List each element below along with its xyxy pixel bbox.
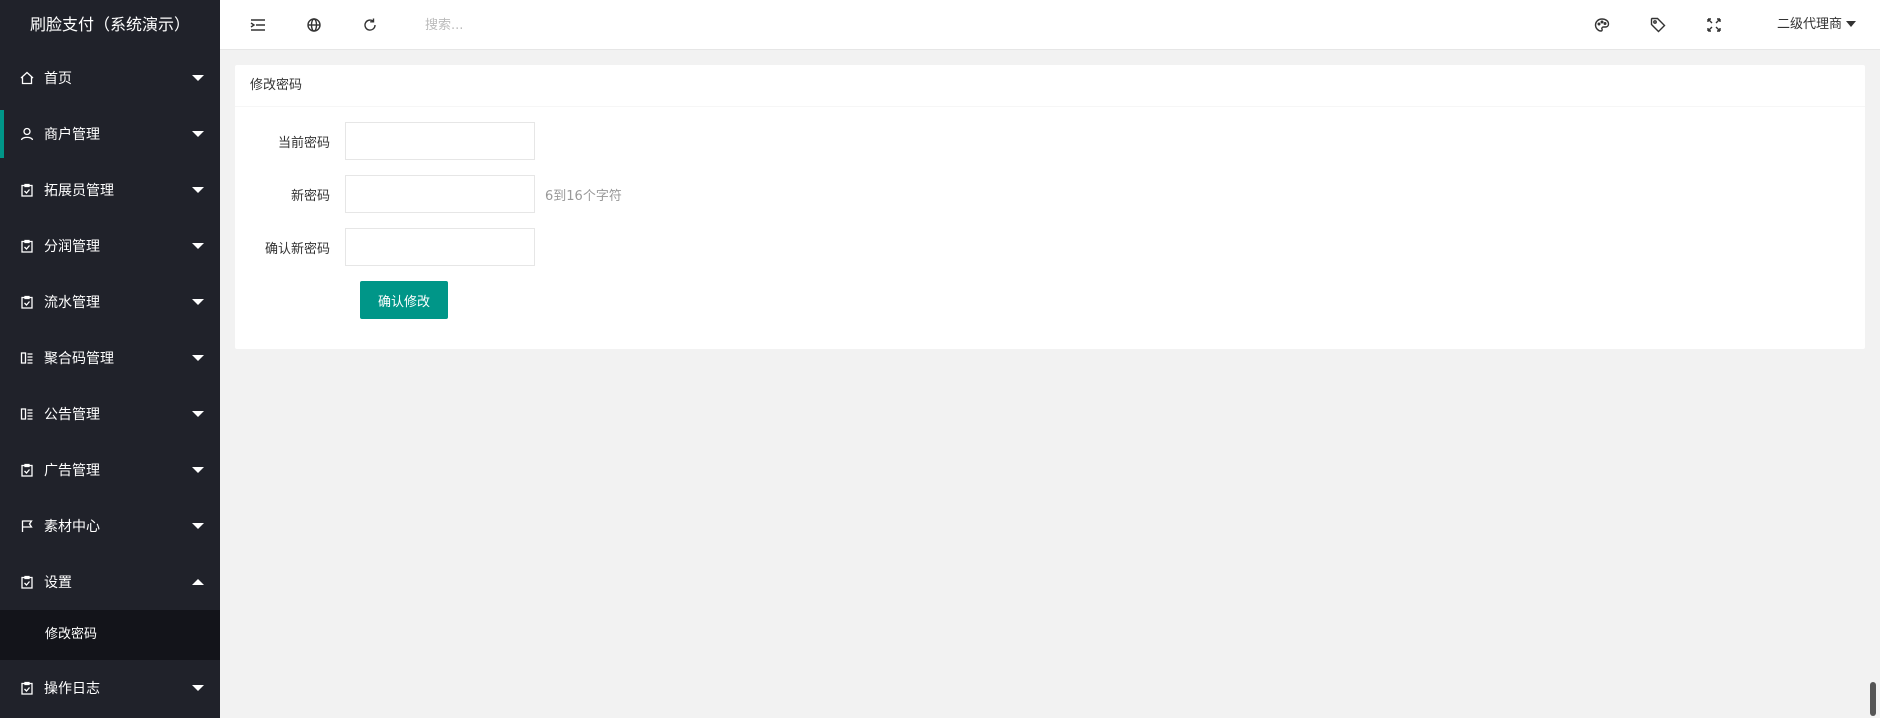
chevron-down-icon xyxy=(192,187,204,193)
flag-icon xyxy=(20,519,34,533)
sidebar-item-label: 首页 xyxy=(44,71,72,87)
chevron-down-icon xyxy=(1846,21,1856,27)
confirm-password-input[interactable] xyxy=(345,228,535,266)
chevron-down-icon xyxy=(192,299,204,305)
menu-toggle-icon[interactable] xyxy=(250,17,266,33)
sidebar-item-materials[interactable]: 素材中心 xyxy=(0,498,220,554)
current-password-row: 当前密码 xyxy=(235,122,535,160)
list-icon xyxy=(20,351,34,365)
clipboard-icon xyxy=(20,183,34,197)
confirm-password-row: 确认新密码 xyxy=(235,228,535,266)
sidebar-item-operation-log[interactable]: 操作日志 xyxy=(0,660,220,716)
chevron-down-icon xyxy=(192,685,204,691)
home-icon xyxy=(20,71,34,85)
sidebar-item-merchants[interactable]: 商户管理 xyxy=(0,106,220,162)
sidebar-item-label: 设置 xyxy=(44,575,72,591)
sidebar: 刷脸支付（系统演示） 首页 商户管理 拓展员管理 分润管理 流水管理 聚合码管理… xyxy=(0,0,220,718)
sidebar-item-label: 分润管理 xyxy=(44,239,100,255)
sidebar-item-label: 聚合码管理 xyxy=(44,351,114,367)
chevron-down-icon xyxy=(192,75,204,81)
sidebar-item-label: 操作日志 xyxy=(44,681,100,697)
chevron-down-icon xyxy=(192,411,204,417)
chevron-down-icon xyxy=(192,467,204,473)
sidebar-item-label: 商户管理 xyxy=(44,127,100,143)
sidebar-item-announcements[interactable]: 公告管理 xyxy=(0,386,220,442)
new-password-input[interactable] xyxy=(345,175,535,213)
sidebar-item-settings[interactable]: 设置 xyxy=(0,554,220,610)
sidebar-item-label: 广告管理 xyxy=(44,463,100,479)
chevron-up-icon xyxy=(192,579,204,585)
sidebar-item-ads[interactable]: 广告管理 xyxy=(0,442,220,498)
user-label: 二级代理商 xyxy=(1776,17,1842,32)
sidebar-item-aggregate-code[interactable]: 聚合码管理 xyxy=(0,330,220,386)
user-icon xyxy=(20,127,34,141)
tag-icon[interactable] xyxy=(1650,17,1666,33)
chevron-down-icon xyxy=(192,243,204,249)
clipboard-icon xyxy=(20,295,34,309)
sidebar-item-promoters[interactable]: 拓展员管理 xyxy=(0,162,220,218)
clipboard-icon xyxy=(20,239,34,253)
card-title: 修改密码 xyxy=(235,65,1865,107)
fullscreen-icon[interactable] xyxy=(1706,17,1722,33)
current-password-input[interactable] xyxy=(345,122,535,160)
globe-icon[interactable] xyxy=(306,17,322,33)
new-password-label: 新密码 xyxy=(290,188,330,204)
refresh-icon[interactable] xyxy=(362,17,378,33)
search-input[interactable] xyxy=(425,12,625,38)
new-password-row: 新密码 6到16个字符 xyxy=(235,175,622,213)
chevron-down-icon xyxy=(192,131,204,137)
scrollbar-thumb[interactable] xyxy=(1870,682,1876,716)
sidebar-subitem-change-password[interactable]: 修改密码 xyxy=(0,610,220,660)
new-password-tip: 6到16个字符 xyxy=(545,188,622,204)
sidebar-item-home[interactable]: 首页 xyxy=(0,50,220,106)
palette-icon[interactable] xyxy=(1594,17,1610,33)
top-header: 二级代理商 xyxy=(220,0,1880,50)
current-password-label: 当前密码 xyxy=(277,135,330,151)
sidebar-item-label: 流水管理 xyxy=(44,295,100,311)
sidebar-item-transactions[interactable]: 流水管理 xyxy=(0,274,220,330)
clipboard-icon xyxy=(20,463,34,477)
sidebar-item-label: 素材中心 xyxy=(44,519,100,535)
user-menu[interactable]: 二级代理商 xyxy=(1777,0,1856,50)
chevron-down-icon xyxy=(192,523,204,529)
sidebar-item-label: 拓展员管理 xyxy=(44,183,114,199)
confirm-password-label: 确认新密码 xyxy=(264,241,330,257)
change-password-card: 修改密码 当前密码 新密码 6到16个字符 确认新密码 确认修改 xyxy=(235,65,1865,349)
app-title: 刷脸支付（系统演示） xyxy=(0,0,220,50)
sidebar-item-profit-share[interactable]: 分润管理 xyxy=(0,218,220,274)
confirm-change-button[interactable]: 确认修改 xyxy=(360,281,449,319)
clipboard-icon xyxy=(20,575,34,589)
sidebar-item-label: 公告管理 xyxy=(44,407,100,423)
chevron-down-icon xyxy=(192,355,204,361)
list-icon xyxy=(20,407,34,421)
clipboard-icon xyxy=(20,681,34,695)
